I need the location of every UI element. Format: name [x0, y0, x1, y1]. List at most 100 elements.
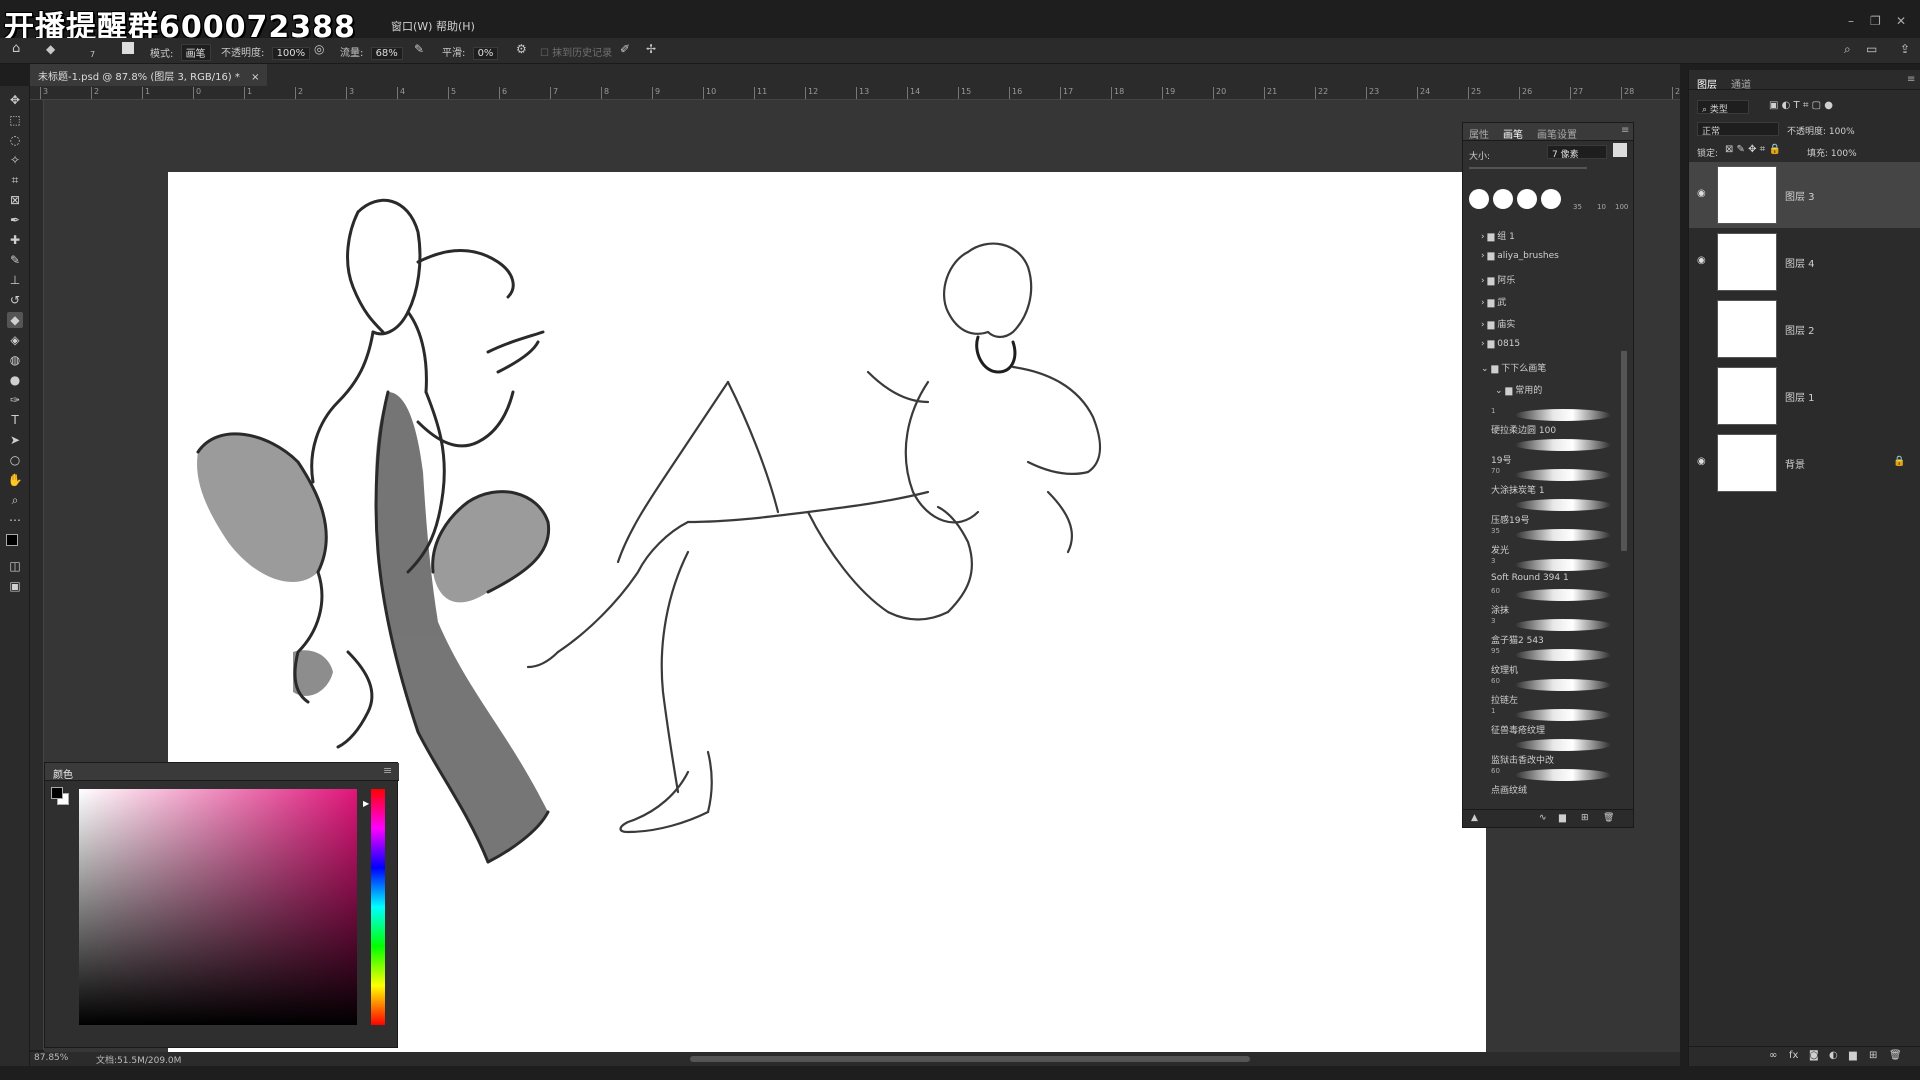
layer-thumbnail[interactable] [1717, 434, 1777, 492]
new-brush-icon[interactable] [1613, 143, 1627, 157]
brush-preset-item[interactable]: 1 硬拉柔边圆 100 [1491, 405, 1621, 436]
brush-preset-item[interactable]: 19号 [1491, 435, 1621, 466]
layer-opacity-value[interactable]: 100% [1829, 127, 1855, 137]
layer-visibility-eye-icon[interactable]: ◉ [1697, 456, 1709, 467]
brush-folder[interactable]: › ▆ 组 1 [1481, 229, 1515, 249]
brush-preset-item[interactable]: 70 大涂抹炭笔 1 [1491, 465, 1621, 496]
hue-slider[interactable] [371, 789, 385, 1025]
pressure-opacity-icon[interactable]: ◎ [314, 42, 324, 56]
restore-icon[interactable]: ❐ [1870, 14, 1881, 28]
brush-preview-icon[interactable]: ∿ [1539, 813, 1547, 823]
brush-subfolder[interactable]: ⌄ ▆ 常用的 [1495, 383, 1542, 403]
layer-row[interactable]: ◉ 图层 4 [1689, 229, 1920, 295]
brush-list-scrollbar[interactable] [1621, 351, 1627, 551]
brush-preset-item[interactable]: 1 征兽毒疮纹理 [1491, 705, 1621, 736]
delete-layer-icon[interactable]: 🗑 [1889, 1050, 1902, 1061]
color-panel-fg-swatch[interactable] [51, 787, 63, 799]
eraser-tool-icon[interactable]: ◆ [46, 42, 55, 56]
hand-tool-icon[interactable]: ✋ [7, 472, 23, 488]
layer-filter-icons[interactable]: ▣ ◐ T ⌗ ▢ ● [1769, 100, 1833, 111]
smoothing-control[interactable]: 平滑: 0% [442, 44, 499, 60]
link-layers-icon[interactable]: ∞ [1769, 1050, 1777, 1061]
layer-row[interactable]: ◉ 背景 🔒 [1689, 430, 1920, 496]
preset-round-4-icon[interactable] [1541, 189, 1561, 209]
flow-value[interactable]: 68% [370, 47, 403, 60]
document-size-readout[interactable]: 文档:51.5M/209.0M [96, 1053, 181, 1066]
brush-folder[interactable]: › ▆ 阿乐 [1481, 273, 1515, 293]
brush-preset-item[interactable]: 60 拉链左 [1491, 675, 1621, 706]
layer-name[interactable]: 图层 4 [1785, 255, 1815, 270]
tab-brush-settings[interactable]: 画笔设置 [1537, 126, 1577, 141]
foreground-color-swatch[interactable] [6, 534, 18, 546]
mode-value[interactable]: 画笔 [180, 44, 211, 61]
erase-to-history-checkbox[interactable]: ☐ 抹到历史记录 [540, 44, 612, 59]
eyedropper-tool-icon[interactable]: ✒ [7, 212, 23, 228]
brush-panel-menu-icon[interactable]: ≡ [1621, 125, 1629, 136]
fill-value[interactable]: 100% [1831, 149, 1857, 159]
brush-preset-item[interactable]: 监狱击香改中改 [1491, 735, 1621, 766]
more-tools-icon[interactable]: ⋯ [7, 512, 23, 528]
layers-panel-menu-icon[interactable]: ≡ [1907, 74, 1915, 85]
layer-row[interactable]: 图层 1 [1689, 363, 1920, 429]
adjustment-layer-icon[interactable]: ◐ [1829, 1050, 1838, 1061]
quick-select-tool-icon[interactable]: ✧ [7, 152, 23, 168]
eraser-tool-active-icon[interactable]: ◆ [7, 312, 23, 328]
brush-preset-item[interactable]: 压感19号 [1491, 495, 1621, 526]
dodge-tool-icon[interactable]: ● [7, 372, 23, 388]
blur-tool-icon[interactable]: ◍ [7, 352, 23, 368]
layer-row[interactable]: ◉ 图层 3 [1689, 162, 1920, 228]
screen-mode-icon[interactable]: ▣ [7, 578, 23, 594]
flow-control[interactable]: 流量: 68% [340, 44, 403, 60]
airbrush-icon[interactable]: ✎ [414, 42, 424, 56]
close-window-icon[interactable]: ✕ [1896, 14, 1906, 28]
brush-panel-toggle-icon[interactable] [122, 42, 134, 54]
tab-properties[interactable]: 属性 [1469, 126, 1489, 141]
horizontal-scrollbar[interactable] [690, 1056, 1250, 1062]
path-select-tool-icon[interactable]: ➤ [7, 432, 23, 448]
menu-help[interactable]: 帮助(H) [436, 18, 475, 34]
layer-name[interactable]: 图层 1 [1785, 389, 1815, 404]
lock-icons[interactable]: ⊠ ✎ ✥ ⌗ 🔒 [1725, 144, 1781, 155]
healing-tool-icon[interactable]: ✚ [7, 232, 23, 248]
hue-slider-handle-icon[interactable]: ▶ [363, 799, 369, 808]
fill-control[interactable]: 填充: 100% [1807, 146, 1857, 159]
brush-size-mini-icon[interactable]: ▲ [1471, 813, 1478, 823]
brush-tool-icon[interactable]: ✎ [7, 252, 23, 268]
quick-mask-icon[interactable]: ◫ [7, 558, 23, 574]
add-mask-icon[interactable]: ◙ [1809, 1050, 1819, 1061]
brush-folder[interactable]: › ▆ 庙实 [1481, 317, 1515, 337]
brush-preset-item[interactable]: 60 点画纹绒 [1491, 765, 1621, 796]
pressure-size-icon[interactable]: ✐ [620, 42, 630, 56]
delete-brush-icon[interactable]: 🗑 [1603, 813, 1614, 823]
mode-control[interactable]: 模式: 画笔 [150, 44, 211, 61]
settings-gear-icon[interactable]: ⚙ [516, 42, 527, 56]
layer-name[interactable]: 图层 2 [1785, 322, 1815, 337]
minimize-icon[interactable]: – [1848, 14, 1854, 28]
new-brush-footer-icon[interactable]: ⊞ [1581, 813, 1589, 823]
preset-round-1-icon[interactable] [1469, 189, 1489, 209]
new-layer-icon[interactable]: ⊞ [1869, 1050, 1877, 1061]
color-panel-menu-icon[interactable]: ≡ [383, 764, 392, 777]
blend-mode-select[interactable]: 正常 [1697, 122, 1779, 137]
fx-button[interactable]: fx [1789, 1050, 1798, 1061]
brush-preset-item[interactable]: 35 发光 [1491, 525, 1621, 556]
share-icon[interactable]: ⇪ [1900, 42, 1910, 56]
zoom-tool-icon[interactable]: ⌕ [7, 492, 23, 508]
brush-preset-item[interactable]: 95 纹理机 [1491, 645, 1621, 676]
layer-visibility-eye-icon[interactable]: ◉ [1697, 255, 1709, 266]
opacity-value[interactable]: 100% [271, 47, 311, 60]
layer-filter-select[interactable]: ⌕ 类型 [1697, 100, 1749, 115]
layer-visibility-eye-icon[interactable]: ◉ [1697, 188, 1709, 199]
new-group-layer-icon[interactable]: ▆ [1849, 1050, 1857, 1061]
tab-layers[interactable]: 图层 [1697, 76, 1717, 91]
type-tool-icon[interactable]: T [7, 412, 23, 428]
brush-preset-item[interactable]: 60 涂抹 [1491, 585, 1621, 616]
stamp-tool-icon[interactable]: ⊥ [7, 272, 23, 288]
symmetry-icon[interactable]: ✢ [646, 42, 656, 56]
layer-opacity-control[interactable]: 不透明度: 100% [1787, 124, 1855, 137]
marquee-tool-icon[interactable]: ⬚ [7, 112, 23, 128]
layer-row[interactable]: 图层 2 [1689, 296, 1920, 362]
brush-preset-item[interactable]: 3 盒子猫2 543 [1491, 615, 1621, 646]
layer-name[interactable]: 图层 3 [1785, 188, 1815, 203]
frame-tool-icon[interactable]: ⊠ [7, 192, 23, 208]
